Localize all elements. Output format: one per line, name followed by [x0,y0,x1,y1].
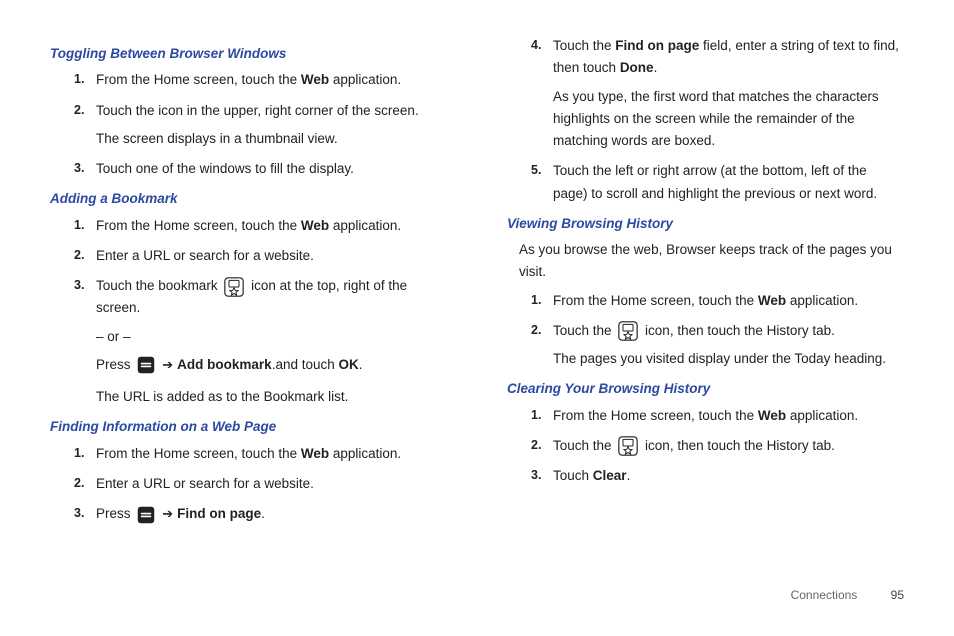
text: Enter a URL or search for a website. [96,476,314,491]
list-viewing-history: From the Home screen, touch the Web appl… [507,290,904,371]
menu-icon [137,506,155,524]
list-item: From the Home screen, touch the Web appl… [553,290,904,312]
list-clearing-history: From the Home screen, touch the Web appl… [507,405,904,488]
list-item: Touch the icon in the upper, right corne… [96,100,447,151]
heading-viewing-history: Viewing Browsing History [507,213,904,235]
text: Touch one of the windows to fill the dis… [96,161,354,176]
bold-text: Web [301,72,329,87]
text: application. [329,218,401,233]
list-toggling-windows: From the Home screen, touch the Web appl… [50,69,447,180]
bold-text: OK [339,357,359,372]
bold-text: Find on page [615,38,699,53]
text: .and touch [272,357,339,372]
list-item: Touch the Find on page field, enter a st… [553,35,904,152]
text: Press ➔ Add bookmark.and touch OK. [96,354,447,376]
bookmark-icon [618,436,638,456]
text: Touch the bookmark [96,278,221,293]
right-column: Touch the Find on page field, enter a st… [507,35,904,575]
text: application. [786,293,858,308]
text: From the Home screen, touch the [553,408,758,423]
bold-text: Done [620,60,654,75]
arrow-icon: ➔ [162,354,173,375]
text: . [261,506,265,521]
text: . [359,357,363,372]
text: Press [96,357,134,372]
footer-section: Connections [791,588,858,602]
left-column: Toggling Between Browser Windows From th… [50,35,447,575]
bold-text: Web [301,218,329,233]
text: From the Home screen, touch the [96,446,301,461]
text: From the Home screen, touch the [553,293,758,308]
text: Touch the icon in the upper, right corne… [96,103,419,118]
list-item: Press ➔ Find on page. [96,503,447,525]
text: Touch the [553,38,615,53]
page-footer: Connections 95 [791,586,904,606]
text: Press [96,506,134,521]
text: application. [786,408,858,423]
text: As you type, the first word that matches… [553,86,904,153]
text: The screen displays in a thumbnail view. [96,128,447,150]
list-item: Touch the left or right arrow (at the bo… [553,160,904,205]
text: From the Home screen, touch the [96,218,301,233]
list-item: Enter a URL or search for a website. [96,473,447,495]
list-finding-info-continued: Touch the Find on page field, enter a st… [507,35,904,205]
list-item: Touch the icon, then touch the History t… [553,435,904,457]
text: application. [329,72,401,87]
bookmark-icon [618,321,638,341]
list-finding-info: From the Home screen, touch the Web appl… [50,443,447,526]
text: application. [329,446,401,461]
bold-text: Web [758,293,786,308]
list-item: Touch the icon, then touch the History t… [553,320,904,371]
text: Touch [553,468,593,483]
text: . [627,468,631,483]
list-adding-bookmark: From the Home screen, touch the Web appl… [50,215,447,409]
list-item: Touch Clear. [553,465,904,487]
page-columns: Toggling Between Browser Windows From th… [50,35,904,575]
page-number: 95 [891,588,904,602]
heading-toggling-windows: Toggling Between Browser Windows [50,43,447,65]
heading-clearing-history: Clearing Your Browsing History [507,378,904,400]
text: The pages you visited display under the … [553,348,904,370]
bold-text: Web [301,446,329,461]
text: Enter a URL or search for a website. [96,248,314,263]
text: Touch the [553,323,615,338]
bold-text: Find on page [177,506,261,521]
text: From the Home screen, touch the [96,72,301,87]
text: icon, then touch the History tab. [641,438,835,453]
text: Touch the left or right arrow (at the bo… [553,163,877,200]
intro-text: As you browse the web, Browser keeps tra… [519,239,904,284]
text: Touch the [553,438,615,453]
bold-text: Add bookmark [177,357,272,372]
text: . [654,60,658,75]
list-item: From the Home screen, touch the Web appl… [553,405,904,427]
list-item: From the Home screen, touch the Web appl… [96,443,447,465]
list-item: Enter a URL or search for a website. [96,245,447,267]
text: – or – [96,326,447,348]
menu-icon [137,356,155,374]
heading-finding-info: Finding Information on a Web Page [50,416,447,438]
arrow-icon: ➔ [162,503,173,524]
list-item: From the Home screen, touch the Web appl… [96,215,447,237]
text: icon, then touch the History tab. [641,323,835,338]
bold-text: Web [758,408,786,423]
heading-adding-bookmark: Adding a Bookmark [50,188,447,210]
text: The URL is added as to the Bookmark list… [96,386,447,408]
list-item: Touch the bookmark icon at the top, righ… [96,275,447,408]
bookmark-icon [224,277,244,297]
list-item: From the Home screen, touch the Web appl… [96,69,447,91]
bold-text: Clear [593,468,627,483]
list-item: Touch one of the windows to fill the dis… [96,158,447,180]
